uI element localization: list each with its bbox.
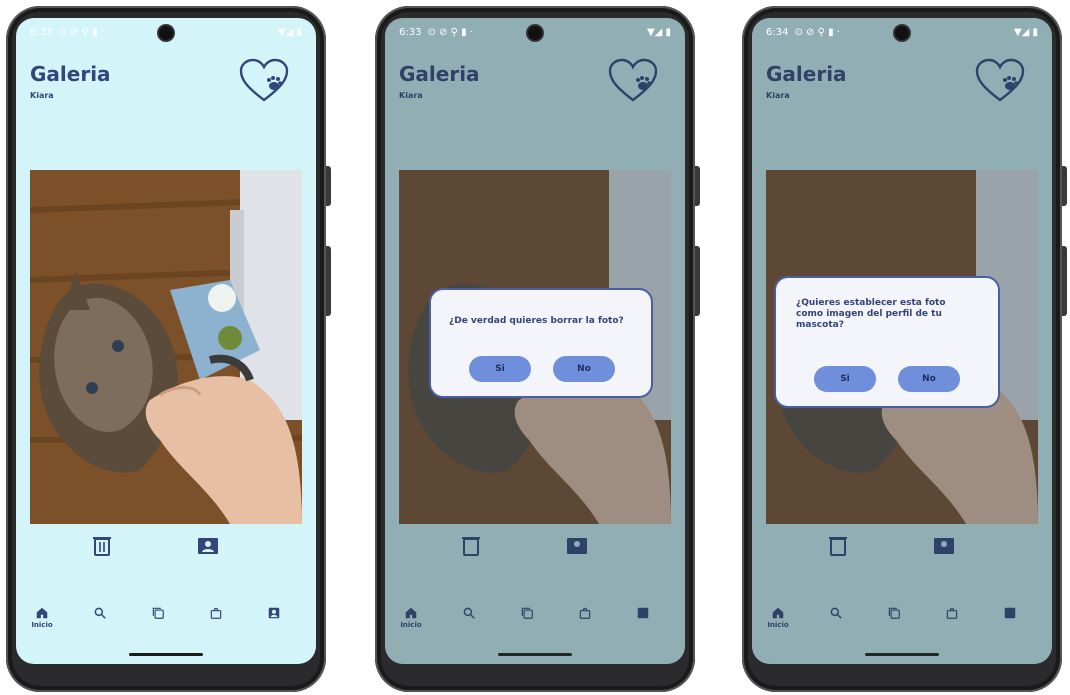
phone-frame-3: 6:34 ⊙ ⊘ ⚲ ▮ · ▼◢ ▮ Galeria Kiara Inicio… [742,6,1067,692]
nav-item-search[interactable] [80,606,120,620]
nav-item-gallery[interactable] [138,606,178,620]
page-title: Galeria [30,62,111,86]
front-camera [528,26,542,40]
status-icons: ⊙ ⊘ ⚲ ▮ · [58,26,104,38]
photo-actions [16,534,316,564]
bottom-nav: Inicio [16,606,316,642]
shopping-bag-icon [210,607,222,619]
volume-button [326,246,331,316]
power-button [326,166,331,206]
status-time: 6:34 [766,26,789,38]
nav-item-shop[interactable] [196,606,236,620]
heart-paw-logo-icon [239,58,289,102]
screen-gallery: 6:33 ⊙ ⊘ ⚲ ▮ · ▼◢ ▮ Galeria Kiara Inicio [16,18,316,664]
delete-confirm-dialog: ¿De verdad quieres borrar la foto? Si No [429,288,653,398]
home-indicator [129,653,203,656]
screen-delete-dialog: 6:33 ⊙ ⊘ ⚲ ▮ · ▼◢ ▮ Galeria Kiara Inicio… [385,18,685,664]
search-icon [94,607,106,619]
dialog-message: ¿Quieres establecer esta foto como image… [796,298,946,330]
dialog-no-button[interactable]: No [898,366,960,392]
phone-frame-2: 6:33 ⊙ ⊘ ⚲ ▮ · ▼◢ ▮ Galeria Kiara Inicio… [375,6,700,692]
pet-name: Kiara [30,91,54,100]
screen-set-profile-dialog: 6:34 ⊙ ⊘ ⚲ ▮ · ▼◢ ▮ Galeria Kiara Inicio… [752,18,1052,664]
power-button [1062,166,1067,206]
dialog-yes-button[interactable]: Si [469,356,531,382]
front-camera [895,26,909,40]
status-time: 6:33 [30,26,53,38]
volume-button [1062,246,1067,316]
profile-icon [268,607,280,619]
home-icon [36,607,48,619]
nav-item-profile[interactable] [254,606,294,620]
signal-battery-icons: ▼◢ ▮ [646,26,671,38]
front-camera [159,26,173,40]
dialog-no-button[interactable]: No [553,356,615,382]
status-time: 6:33 [399,26,422,38]
nav-label-home: Inicio [31,621,53,629]
signal-battery-icons: ▼◢ ▮ [1013,26,1038,38]
gallery-photo[interactable] [30,170,302,524]
set-profile-dialog: ¿Quieres establecer esta foto como image… [774,276,1000,408]
profile-photo-icon[interactable] [196,534,220,558]
power-button [695,166,700,206]
gallery-icon [152,607,164,619]
status-icons: ⊙ ⊘ ⚲ ▮ · [794,26,840,38]
nav-item-home[interactable]: Inicio [22,606,62,629]
dialog-message: ¿De verdad quieres borrar la foto? [449,316,624,326]
signal-battery-icons: ▼◢ ▮ [277,26,302,38]
dialog-yes-button[interactable]: Si [814,366,876,392]
trash-icon[interactable] [90,534,114,558]
status-icons: ⊙ ⊘ ⚲ ▮ · [427,26,473,38]
volume-button [695,246,700,316]
phone-frame-1: 6:33 ⊙ ⊘ ⚲ ▮ · ▼◢ ▮ Galeria Kiara Inicio [6,6,331,692]
